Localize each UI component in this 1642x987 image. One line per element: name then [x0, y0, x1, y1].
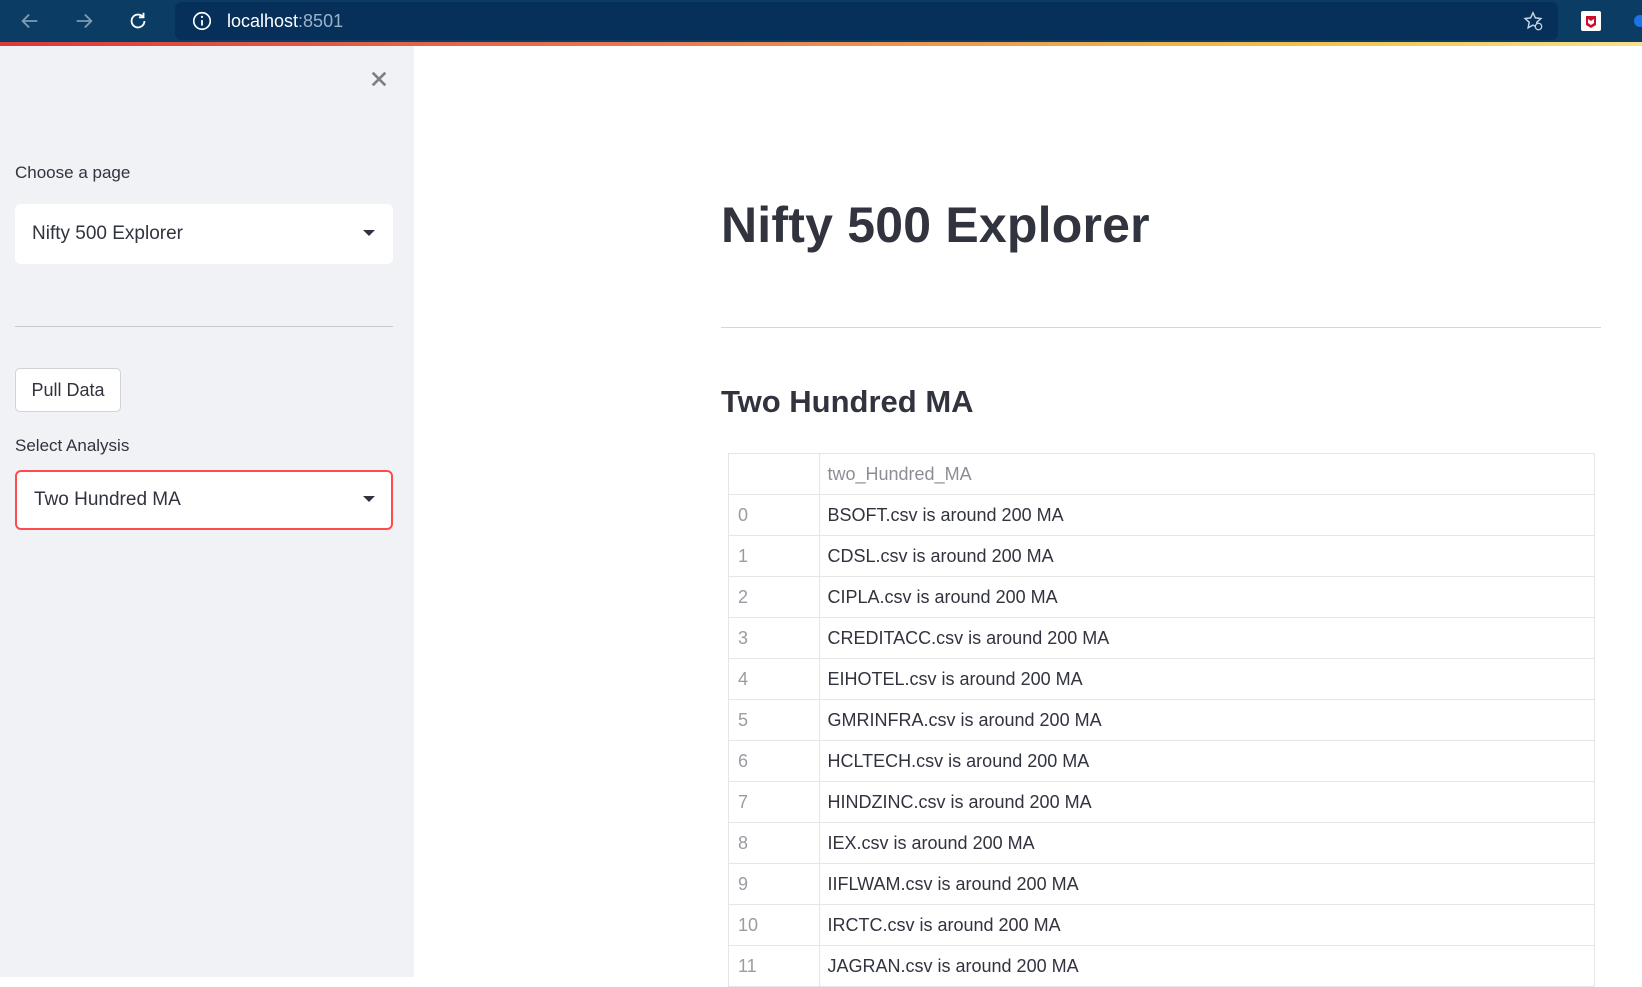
row-index: 1: [729, 535, 820, 577]
page-select-value: Nifty 500 Explorer: [32, 223, 184, 244]
table-cell: CDSL.csv is around 200 MA: [819, 535, 1594, 577]
row-index: 5: [729, 699, 820, 741]
row-index: 4: [729, 658, 820, 700]
table-cell: BSOFT.csv is around 200 MA: [819, 494, 1594, 536]
table-row: 9 IIFLWAM.csv is around 200 MA: [729, 863, 1594, 905]
pull-data-button[interactable]: Pull Data: [15, 368, 121, 412]
row-index: 10: [729, 904, 820, 946]
table-cell: EIHOTEL.csv is around 200 MA: [819, 658, 1594, 700]
table-cell: GMRINFRA.csv is around 200 MA: [819, 699, 1594, 741]
table-cell: HINDZINC.csv is around 200 MA: [819, 781, 1594, 823]
table-header-row: two_Hundred_MA: [729, 454, 1594, 495]
row-index: 3: [729, 617, 820, 659]
analysis-select-label: Select Analysis: [15, 436, 130, 455]
table-cell: CIPLA.csv is around 200 MA: [819, 576, 1594, 618]
section-heading: Two Hundred MA: [721, 384, 974, 419]
index-header: [729, 454, 820, 495]
forward-arrow-icon[interactable]: [68, 5, 100, 37]
url-port: :8501: [298, 10, 344, 31]
info-icon[interactable]: [191, 10, 213, 32]
table-cell: IRCTC.csv is around 200 MA: [819, 904, 1594, 946]
analysis-select-value: Two Hundred MA: [34, 489, 181, 510]
table-cell: IIFLWAM.csv is around 200 MA: [819, 863, 1594, 905]
sidebar-divider: [15, 326, 393, 327]
table-row: 6 HCLTECH.csv is around 200 MA: [729, 740, 1594, 782]
table-row: 7 HINDZINC.csv is around 200 MA: [729, 781, 1594, 823]
row-index: 7: [729, 781, 820, 823]
table-row: 3 CREDITACC.csv is around 200 MA: [729, 617, 1594, 659]
table-row: 5 GMRINFRA.csv is around 200 MA: [729, 699, 1594, 741]
table-cell: JAGRAN.csv is around 200 MA: [819, 945, 1594, 987]
analysis-select[interactable]: Two Hundred MA: [15, 470, 393, 530]
browser-toolbar: localhost:8501: [0, 0, 1642, 42]
row-index: 0: [729, 494, 820, 536]
data-table[interactable]: two_Hundred_MA 0 BSOFT.csv is around 200 …: [728, 453, 1595, 987]
back-arrow-icon[interactable]: [14, 5, 46, 37]
page-title: Nifty 500 Explorer: [721, 197, 1150, 253]
table-cell: CREDITACC.csv is around 200 MA: [819, 617, 1594, 659]
url-text: localhost:8501: [227, 11, 343, 32]
chevron-down-icon[interactable]: [363, 230, 375, 236]
row-index: 2: [729, 576, 820, 618]
row-index: 6: [729, 740, 820, 782]
table-row: 8 IEX.csv is around 200 MA: [729, 822, 1594, 864]
page-select[interactable]: Nifty 500 Explorer: [15, 204, 393, 264]
url-host: localhost: [227, 10, 299, 31]
address-bar[interactable]: localhost:8501: [175, 2, 1558, 40]
row-index: 9: [729, 863, 820, 905]
page-select-label: Choose a page: [15, 163, 131, 182]
row-index: 11: [729, 945, 820, 987]
extension-icon[interactable]: [1580, 10, 1602, 32]
row-index: 8: [729, 822, 820, 864]
table-row: 2 CIPLA.csv is around 200 MA: [729, 576, 1594, 618]
bookmark-star-icon[interactable]: [1522, 10, 1544, 32]
table-cell: HCLTECH.csv is around 200 MA: [819, 740, 1594, 782]
table-row: 0 BSOFT.csv is around 200 MA: [729, 494, 1594, 536]
chevron-down-icon[interactable]: [363, 496, 375, 502]
table-row: 4 EIHOTEL.csv is around 200 MA: [729, 658, 1594, 700]
table-row: 1 CDSL.csv is around 200 MA: [729, 535, 1594, 577]
title-divider: [721, 327, 1601, 328]
column-header[interactable]: two_Hundred_MA: [819, 454, 1594, 495]
table-row: 10 IRCTC.csv is around 200 MA: [729, 904, 1594, 946]
table-row: 11 JAGRAN.csv is around 200 MA: [729, 945, 1594, 987]
main-content: Nifty 500 Explorer Two Hundred MA two_Hu…: [414, 46, 1642, 987]
extension-icon[interactable]: [1628, 12, 1642, 30]
reload-icon[interactable]: [122, 5, 154, 37]
close-icon[interactable]: [366, 66, 392, 92]
table-cell: IEX.csv is around 200 MA: [819, 822, 1594, 864]
sidebar: Choose a page Nifty 500 Explorer Pull Da…: [0, 46, 414, 977]
